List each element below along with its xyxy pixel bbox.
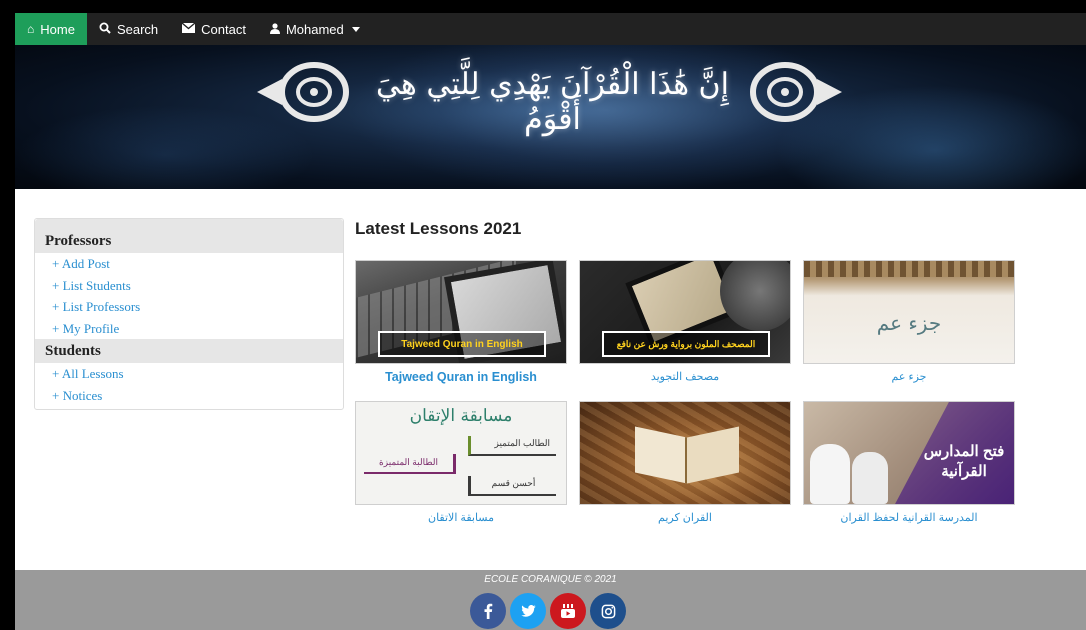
lesson-title[interactable]: مسابقة الاتقان <box>355 511 567 524</box>
lesson-title[interactable]: المدرسة القرانية لحفظ القران <box>803 511 1015 524</box>
hero-banner: إِنَّ هَٰذَا الْقُرْآنَ يَهْدِي لِلَّتِي… <box>15 45 1086 189</box>
lesson-thumbnail[interactable]: مسابقة الإتقان الطالب المتميز الطالبة ال… <box>355 401 567 505</box>
thumbnail-caption: Tajweed Quran in English <box>378 331 546 357</box>
lesson-card[interactable]: القران كريم <box>579 401 791 524</box>
facebook-icon[interactable] <box>470 593 506 629</box>
lesson-title[interactable]: Tajweed Quran in English <box>355 370 567 384</box>
social-links <box>470 593 626 629</box>
thumbnail-item: الطالب المتميز <box>468 436 556 456</box>
home-icon: ⌂ <box>27 22 35 36</box>
chevron-down-icon <box>351 26 360 32</box>
search-icon <box>99 22 111 36</box>
lesson-thumbnail[interactable] <box>579 401 791 505</box>
sidebar-link-all-lessons[interactable]: + All Lessons <box>35 363 343 385</box>
sidebar-link-list-professors[interactable]: + List Professors <box>35 296 343 318</box>
sidebar-heading-students: Students <box>35 339 343 363</box>
nav-home[interactable]: ⌂ Home <box>15 13 87 45</box>
twitter-icon[interactable] <box>510 593 546 629</box>
lesson-thumbnail[interactable]: Tajweed Quran in English <box>355 260 567 364</box>
lesson-card[interactable]: مسابقة الإتقان الطالب المتميز الطالبة ال… <box>355 401 567 524</box>
nav-contact-label: Contact <box>201 21 246 37</box>
lesson-card[interactable]: Tajweed Quran in English Tajweed Quran i… <box>355 260 567 384</box>
thumbnail-item: الطالبة المتميزة <box>364 454 456 474</box>
lesson-thumbnail[interactable]: جزء عم <box>803 260 1015 364</box>
top-navbar: ⌂ Home Search Contact Mohamed <box>15 13 1086 45</box>
lesson-card[interactable]: جزء عم جزء عم <box>803 260 1015 383</box>
thumbnail-calligraphy: جزء عم <box>876 311 942 335</box>
page-footer: ECOLE CORANIQUE © 2021 <box>15 570 1086 630</box>
nav-home-label: Home <box>40 21 75 37</box>
sidebar-heading-professors: Professors <box>35 219 343 253</box>
lesson-title[interactable]: القران كريم <box>579 511 791 524</box>
lesson-card[interactable]: فتح المدارس القرآنية المدرسة القرانية لح… <box>803 401 1015 524</box>
sidebar-link-notices[interactable]: + Notices <box>35 385 343 407</box>
banner-verse: إِنَّ هَٰذَا الْقُرْآنَ يَهْدِي لِلَّتِي… <box>376 67 729 137</box>
footer-copyright: ECOLE CORANIQUE © 2021 <box>484 574 617 585</box>
thumbnail-heading: مسابقة الإتقان <box>409 406 513 426</box>
left-ornament-icon <box>257 62 349 122</box>
nav-search-label: Search <box>116 21 159 37</box>
lesson-thumbnail[interactable]: فتح المدارس القرآنية <box>803 401 1015 505</box>
thumbnail-caption: المصحف الملون برواية ورش عن نافع <box>602 331 770 357</box>
page-title: Latest Lessons 2021 <box>355 219 522 238</box>
sidebar-panel: Professors + Add Post + List Students + … <box>34 218 344 410</box>
thumbnail-item: أحسن قسم <box>468 476 556 496</box>
lesson-card[interactable]: المصحف الملون برواية ورش عن نافع مصحف ال… <box>579 260 791 383</box>
browser-viewport: ⌂ Home Search Contact Mohamed إِنَّ هَٰذ… <box>15 13 1086 630</box>
thumbnail-caption: فتح المدارس القرآنية <box>923 443 1005 480</box>
nav-contact[interactable]: Contact <box>170 13 258 45</box>
envelope-icon <box>181 22 196 35</box>
youtube-icon[interactable] <box>550 593 586 629</box>
instagram-icon[interactable] <box>590 593 626 629</box>
lesson-title[interactable]: جزء عم <box>803 370 1015 383</box>
lesson-thumbnail[interactable]: المصحف الملون برواية ورش عن نافع <box>579 260 791 364</box>
sidebar-link-list-students[interactable]: + List Students <box>35 275 343 297</box>
nav-search[interactable]: Search <box>87 13 170 45</box>
user-icon <box>269 22 280 36</box>
nav-user-label: Mohamed <box>285 21 344 37</box>
lesson-title[interactable]: مصحف التجويد <box>579 370 791 383</box>
nav-user-menu[interactable]: Mohamed <box>258 13 372 45</box>
right-ornament-icon <box>750 62 842 122</box>
sidebar-link-add-post[interactable]: + Add Post <box>35 253 343 275</box>
sidebar-link-my-profile[interactable]: + My Profile <box>35 318 343 340</box>
